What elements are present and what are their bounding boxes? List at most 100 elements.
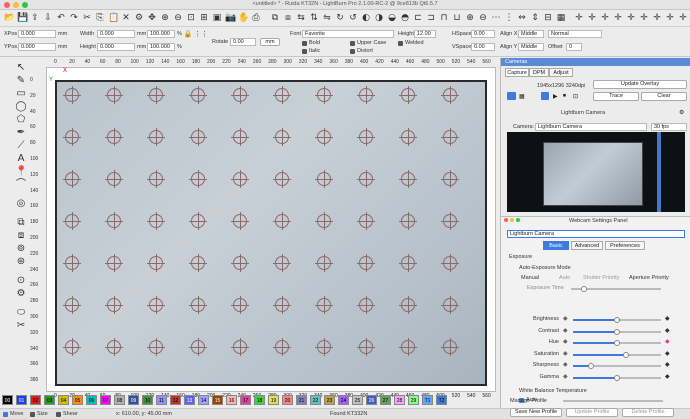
rectangle-icon[interactable]: ▭ [15,88,27,100]
crosshair-2-icon[interactable]: ✛ [587,13,597,23]
paste-icon[interactable]: 📋 [108,13,119,23]
rotate-ccw-icon[interactable]: ↺ [348,13,358,23]
width-field[interactable]: 0.000 [97,30,135,38]
camera-select[interactable]: Lightburn Camera [535,123,647,131]
camera-icon[interactable]: 📷 [225,13,236,23]
grid-array-icon[interactable]: ▦ [556,13,566,23]
palette-swatch-T1[interactable]: T1 [422,395,433,405]
align-left-icon[interactable]: ⊏ [413,13,423,23]
delete-icon[interactable]: ✕ [121,13,131,23]
trace-image-icon[interactable]: ⊙ [15,275,27,287]
palette-swatch-15[interactable]: 15 [212,395,223,405]
units-toggle-button[interactable]: mm [260,38,280,46]
align-middle-icon[interactable]: ⊖ [478,13,488,23]
palette-swatch-10[interactable]: 10 [142,395,153,405]
copy-icon[interactable]: ⎘ [95,13,105,23]
slider-knob[interactable] [587,363,594,369]
flip-vertical-icon[interactable]: ⇅ [309,13,319,23]
tab-advanced[interactable]: Advanced [571,241,603,250]
offset-field[interactable]: 0 [566,43,582,51]
update-profile-button[interactable]: Update Profile [566,408,618,417]
palette-swatch-28[interactable]: 28 [394,395,405,405]
palette-swatch-14[interactable]: 14 [198,395,209,405]
hspace-field[interactable]: 0.00 [471,30,495,38]
slider-gamma[interactable] [573,374,661,381]
array-icon[interactable]: ⊟ [543,13,553,23]
crosshair-6-icon[interactable]: ✛ [639,13,649,23]
settings-icon[interactable]: ⚙ [134,13,144,23]
slider-contrast[interactable] [573,328,661,335]
tab-dpm[interactable]: DPM [529,68,549,77]
webcam-minimize-button[interactable] [510,218,514,222]
tab-adjust[interactable]: Adjust [549,68,573,77]
vspace-field[interactable]: 0.00 [471,43,495,51]
crosshair-8-icon[interactable]: ✛ [665,13,675,23]
palette-swatch-01[interactable]: 01 [16,395,27,405]
crosshair-9-icon[interactable]: ✛ [678,13,688,23]
play-icon[interactable]: ▶ [553,93,558,100]
palette-swatch-06[interactable]: 06 [86,395,97,405]
crosshair-7-icon[interactable]: ✛ [652,13,662,23]
palette-swatch-T2[interactable]: T2 [436,395,447,405]
print-icon[interactable]: ⎙ [251,13,261,23]
palette-swatch-24[interactable]: 24 [338,395,349,405]
edit-nodes-icon[interactable]: ✎ [15,75,27,87]
group-icon[interactable]: ⧉ [270,13,280,23]
update-overlay-button[interactable]: Update Overlay [593,80,687,89]
align-right-icon[interactable]: ⊐ [426,13,436,23]
slider-knob[interactable] [614,340,620,346]
palette-swatch-25[interactable]: 25 [352,395,363,405]
move-radio[interactable] [3,412,8,417]
palette-swatch-08[interactable]: 08 [114,395,125,405]
slider-knob[interactable] [622,351,629,358]
camera-settings-icon[interactable]: ⚙ [679,109,684,116]
stop-icon[interactable]: ⏹ [563,93,566,100]
frame-icon[interactable]: ▣ [212,13,222,23]
mode-auto[interactable]: Auto [559,275,570,281]
exposure-time-knob[interactable] [581,286,587,292]
pen-tool-icon[interactable]: ✒ [15,127,27,139]
export-icon[interactable]: ⇩ [43,13,53,23]
align-top-icon[interactable]: ⊓ [439,13,449,23]
mirror-icon[interactable]: ⇋ [322,13,332,23]
tabs-icon[interactable]: ⧉ [15,217,27,229]
workspace-canvas[interactable]: X Y [46,67,496,392]
measure-icon[interactable]: ⌒ [15,179,27,191]
polygon-icon[interactable]: ⬠ [15,114,27,126]
webcam-zoom-button[interactable] [516,218,520,222]
zoom-fit-icon[interactable]: ⊡ [186,13,196,23]
weld-icon[interactable]: ◐ [361,13,371,23]
boolean-intersect-icon[interactable]: ◓ [400,13,410,23]
ungroup-icon[interactable]: ⧈ [283,13,293,23]
palette-swatch-07[interactable]: 07 [100,395,111,405]
webcam-close-button[interactable] [504,218,508,222]
align-y-select[interactable]: Middle [518,43,544,51]
palette-swatch-21[interactable]: 21 [296,395,307,405]
import-icon[interactable]: ⇪ [30,13,40,23]
clear-button[interactable]: Clear [641,92,687,101]
palette-swatch-27[interactable]: 27 [380,395,391,405]
offset-shapes-icon[interactable]: ◎ [15,198,27,210]
webcam-device-select[interactable]: Lightburn Camera [507,230,685,238]
slider-saturation[interactable] [573,351,661,358]
open-icon[interactable]: 📂 [4,13,15,23]
delete-profile-button[interactable]: Delete Profile [622,408,674,417]
zoom-window-button[interactable] [22,2,28,8]
palette-swatch-18[interactable]: 18 [254,395,265,405]
close-window-button[interactable] [4,2,10,8]
align-center-icon[interactable]: ⊕ [465,13,475,23]
crosshair-3-icon[interactable]: ✛ [600,13,610,23]
size-radio[interactable] [30,412,35,417]
height-percent-field[interactable]: 100.000 [147,43,175,51]
mode-manual[interactable]: Manual [521,275,539,281]
xpos-field[interactable]: 0.000 [18,30,56,38]
undo-icon[interactable]: ↶ [56,13,66,23]
palette-swatch-29[interactable]: 29 [408,395,419,405]
distribute-v-icon[interactable]: ⋮ [504,13,514,23]
grid-toggle-icon[interactable]: ▦ [519,93,525,100]
redo-icon[interactable]: ↷ [69,13,79,23]
palette-swatch-22[interactable]: 22 [310,395,321,405]
anchor-grid-icon[interactable]: ⋮⋮ [194,29,208,39]
exposure-time-slider[interactable] [571,286,661,292]
font-height-field[interactable]: 12.00 [414,30,436,38]
